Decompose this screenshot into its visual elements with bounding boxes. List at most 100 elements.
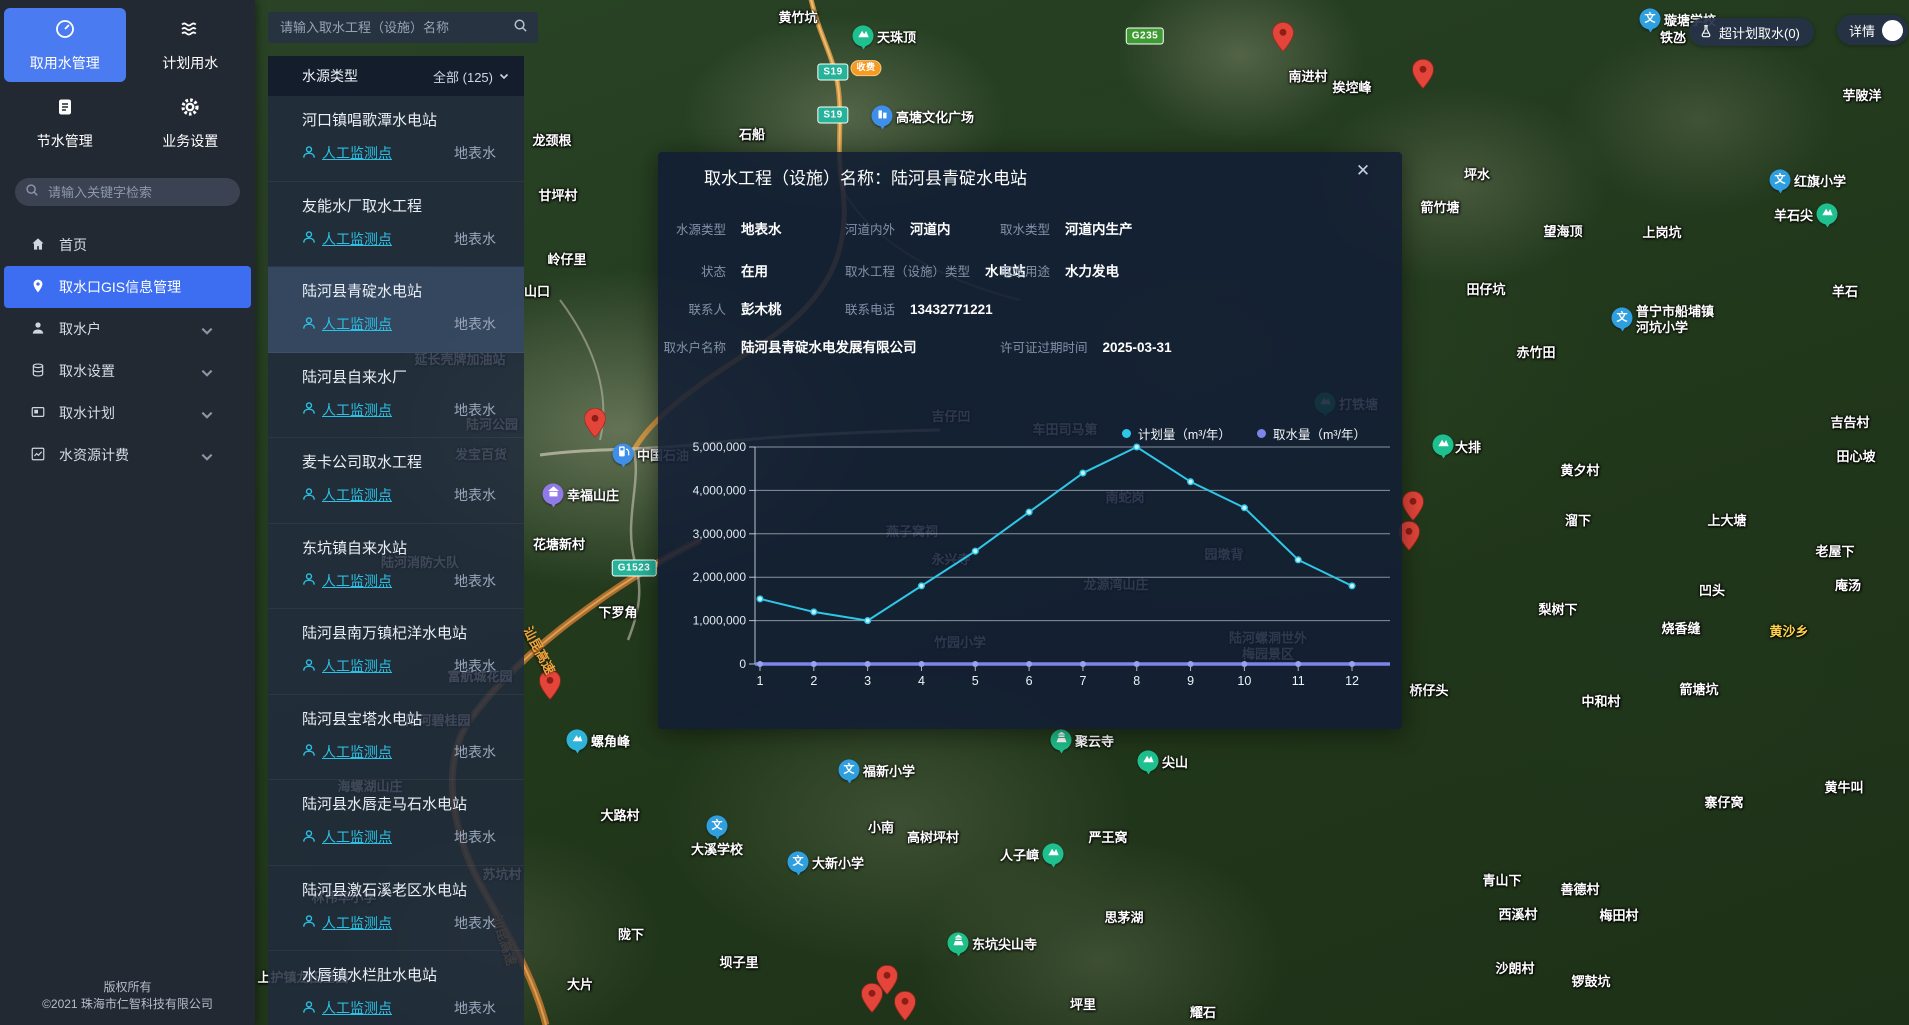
manual-monitor-link[interactable]: 人工监测点: [302, 314, 392, 334]
mount-poi-pin[interactable]: [1433, 434, 1454, 455]
manual-monitor-link[interactable]: 人工监测点: [302, 913, 392, 933]
list-item[interactable]: 东坑镇自来水站人工监测点地表水: [268, 524, 524, 610]
sidebar-item-label: 水资源计费: [59, 445, 129, 465]
map-place-label: 下罗角: [598, 605, 637, 621]
station-name: 麦卡公司取水工程: [302, 451, 510, 472]
map-place-label: 望海顶: [1543, 224, 1582, 240]
school-poi-pin[interactable]: 文: [1612, 307, 1633, 328]
app-tile-meter[interactable]: 取用水管理: [4, 8, 126, 82]
copyright-line1: 版权所有: [0, 979, 255, 996]
map-place-label: 吉告村: [1830, 415, 1869, 431]
tile-label: 计划用水: [162, 53, 218, 73]
svg-text:7: 7: [1079, 674, 1086, 688]
manual-monitor-link[interactable]: 人工监测点: [302, 143, 392, 163]
list-item[interactable]: 水唇镇水栏肚水电站人工监测点地表水: [268, 951, 524, 1025]
over-plan-label: 超计划取水(0): [1719, 23, 1800, 42]
map-place-label: 老屋下: [1815, 544, 1854, 560]
legend-item[interactable]: 取水量（m³/年）: [1257, 424, 1366, 443]
legend-item[interactable]: 计划量（m³/年）: [1122, 424, 1231, 443]
field-value: 彭木桃: [741, 300, 782, 320]
field-label: 联系电话: [845, 300, 895, 320]
person-icon: [302, 316, 316, 333]
mount-poi-pin[interactable]: [1817, 203, 1838, 224]
app-tile-gear[interactable]: 业务设置: [130, 86, 252, 160]
list-item[interactable]: 河口镇唱歌潭水电站人工监测点地表水: [268, 96, 524, 182]
detail-toggle[interactable]: 详情: [1837, 15, 1908, 45]
red-map-pin[interactable]: [1403, 491, 1424, 520]
manual-monitor-link[interactable]: 人工监测点: [302, 656, 392, 676]
person-icon: [302, 401, 316, 418]
svg-text:8: 8: [1133, 674, 1140, 688]
manual-monitor-link[interactable]: 人工监测点: [302, 229, 392, 249]
list-item[interactable]: 陆河县宝塔水电站人工监测点地表水: [268, 695, 524, 781]
red-map-pin[interactable]: [1413, 59, 1434, 88]
over-plan-intake-badge[interactable]: 超计划取水(0): [1689, 18, 1814, 46]
mount-poi-pin[interactable]: [1138, 750, 1159, 771]
temple-poi-pin[interactable]: [1051, 729, 1072, 750]
list-item[interactable]: 友能水厂取水工程人工监测点地表水: [268, 182, 524, 268]
list-item[interactable]: 陆河县激石溪老区水电站人工监测点地表水: [268, 866, 524, 952]
place-poi-pin[interactable]: [567, 729, 588, 750]
station-search-input[interactable]: [278, 19, 513, 36]
sidebar-search[interactable]: [15, 178, 240, 206]
mount-poi-pin[interactable]: [853, 25, 874, 46]
manual-monitor-link[interactable]: 人工监测点: [302, 827, 392, 847]
mount-poi-pin[interactable]: [1043, 843, 1064, 864]
svg-text:2,000,000: 2,000,000: [693, 570, 747, 584]
red-map-pin[interactable]: [895, 991, 916, 1020]
sidebar-item[interactable]: 水资源计费: [4, 434, 251, 476]
station-name: 东坑镇自来水站: [302, 537, 510, 558]
gas-poi-pin[interactable]: [613, 443, 634, 464]
filter-dropdown[interactable]: 全部 (125): [433, 67, 510, 86]
toggle-knob[interactable]: [1882, 20, 1903, 41]
map-place-label: 溜下: [1565, 513, 1591, 529]
list-item[interactable]: 陆河县南万镇杞洋水电站人工监测点地表水: [268, 609, 524, 695]
list-item[interactable]: 陆河县自来水厂人工监测点地表水: [268, 353, 524, 439]
water-type: 地表水: [454, 143, 496, 163]
red-map-pin[interactable]: [1273, 22, 1294, 51]
list-item[interactable]: 麦卡公司取水工程人工监测点地表水: [268, 438, 524, 524]
map-place-label: 羊石: [1832, 284, 1858, 300]
sidebar-item-label: 取水计划: [59, 403, 115, 423]
app-tile-waves[interactable]: 计划用水: [130, 8, 252, 82]
search-icon[interactable]: [513, 18, 528, 38]
school-poi-pin[interactable]: 文: [1640, 8, 1661, 29]
chevron-down-icon: [498, 70, 510, 82]
map-poi-label: 东坑尖山寺: [972, 937, 1037, 953]
doc-icon: [54, 96, 76, 123]
water-type: 地表水: [454, 229, 496, 249]
map-place-label: 黄夕村: [1560, 463, 1599, 479]
manual-monitor-link[interactable]: 人工监测点: [302, 571, 392, 591]
plaza-poi-pin[interactable]: [872, 105, 893, 126]
list-item[interactable]: 陆河县青碇水电站人工监测点地表水: [268, 267, 524, 353]
school-poi-pin[interactable]: 文: [707, 815, 728, 836]
sidebar-item[interactable]: 取水户: [4, 308, 251, 350]
station-search[interactable]: [268, 12, 538, 43]
sidebar-item[interactable]: 取水计划: [4, 392, 251, 434]
field-label: 取水工程（设施）类型: [845, 262, 970, 282]
map-poi-label: 大溪学校: [691, 842, 743, 858]
school-poi-pin[interactable]: 文: [1770, 169, 1791, 190]
sidebar-search-input[interactable]: [46, 184, 230, 201]
field-label: 河道内外: [845, 220, 895, 240]
resort-poi-pin[interactable]: [543, 483, 564, 504]
sidebar-item[interactable]: 取水设置: [4, 350, 251, 392]
school-poi-pin[interactable]: 文: [839, 759, 860, 780]
list-item[interactable]: 陆河县水唇走马石水电站人工监测点地表水: [268, 780, 524, 866]
red-map-pin[interactable]: [585, 408, 606, 437]
app-tile-doc[interactable]: 节水管理: [4, 86, 126, 160]
red-map-pin[interactable]: [877, 965, 898, 994]
temple-poi-pin[interactable]: [948, 932, 969, 953]
person-icon: [302, 572, 316, 589]
close-icon[interactable]: ✕: [1352, 160, 1374, 182]
legend-dot: [1122, 429, 1131, 438]
manual-monitor-link[interactable]: 人工监测点: [302, 998, 392, 1018]
manual-monitor-link[interactable]: 人工监测点: [302, 485, 392, 505]
school-poi-pin[interactable]: 文: [788, 851, 809, 872]
manual-monitor-link[interactable]: 人工监测点: [302, 742, 392, 762]
manual-monitor-link[interactable]: 人工监测点: [302, 400, 392, 420]
sidebar-item[interactable]: 首页: [4, 224, 251, 266]
app-tiles: 取用水管理计划用水节水管理业务设置: [0, 0, 255, 162]
map-place-label: 沙朗村: [1495, 961, 1534, 977]
sidebar-item[interactable]: 取水口GIS信息管理: [4, 266, 251, 308]
